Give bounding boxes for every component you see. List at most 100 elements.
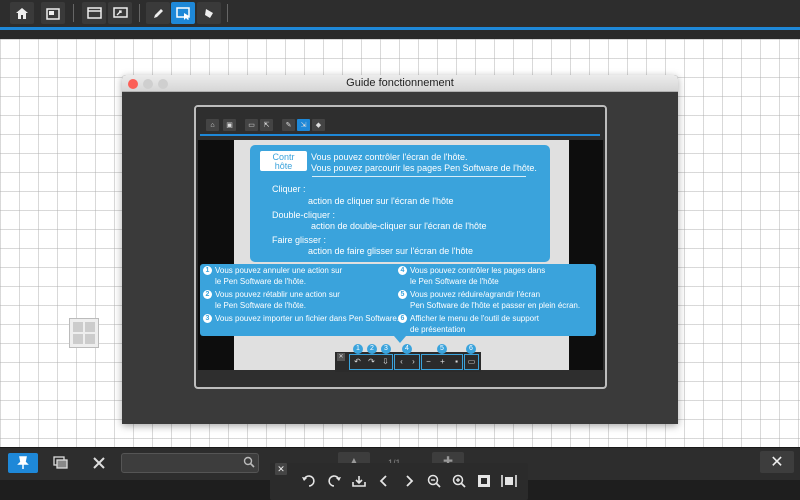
remote-control-button[interactable]: [171, 2, 195, 24]
home-icon: [16, 7, 28, 19]
pages-button[interactable]: [46, 453, 76, 473]
item-text: Vous pouvez annuler une action sur: [215, 266, 343, 275]
mini-prev-icon: ‹: [400, 357, 403, 366]
pin-button[interactable]: [8, 453, 38, 473]
guide-item-6-cont: de présentation: [410, 325, 466, 334]
zoom-in-icon: [452, 474, 466, 488]
dblclick-desc: action de double-cliquer sur l'écran de …: [311, 221, 487, 231]
slides-button[interactable]: [41, 2, 65, 24]
mini-toolbar: ⌂ ▣ ▭ ⇱ ✎ ⇲ ◆: [196, 107, 605, 135]
prev-button[interactable]: [374, 471, 394, 491]
callout-pointer: [394, 336, 406, 343]
eraser-icon: [204, 8, 213, 18]
mini-number-5: 5: [437, 344, 447, 354]
thumbnail-icon[interactable]: [69, 318, 99, 348]
window-titlebar: Guide fonctionnement: [122, 75, 678, 92]
item-number: 1: [203, 266, 212, 276]
guide-item-1: 1 Vous pouvez annuler une action sur: [203, 265, 342, 276]
item-text: Vous pouvez réduire/agrandir l'écran: [410, 290, 541, 299]
item-number: 3: [203, 314, 212, 324]
mini-number-6: 6: [466, 344, 476, 354]
mini-import-icon: ⇩: [382, 357, 389, 366]
pen-icon: ✎: [282, 119, 295, 131]
eraser-button[interactable]: [197, 2, 221, 24]
intro-line-1: Vous pouvez contrôler l'écran de l'hôte.: [311, 152, 468, 162]
remote-control-icon: ⇲: [297, 119, 310, 131]
toolbar-separator: [227, 4, 228, 22]
guide-item-5-cont: Pen Software de l'hôte et passer en plei…: [410, 301, 581, 310]
pen-button[interactable]: [146, 2, 170, 24]
redo-icon: [328, 475, 341, 487]
close-icon: ✕: [770, 454, 784, 471]
chip-line-2: hôte: [274, 161, 293, 171]
item-text: Vous pouvez contrôler les pages dans: [410, 266, 546, 275]
close-button[interactable]: ✕: [760, 451, 794, 473]
fullscreen-button[interactable]: [499, 471, 519, 491]
chevron-left-icon: [379, 475, 387, 487]
drag-desc: action de faire glisser sur l'écran de l…: [308, 246, 474, 256]
eraser-icon: ◆: [312, 119, 325, 131]
slides-icon: [45, 7, 60, 20]
host-control-chip: Contr hôte: [260, 151, 307, 171]
screen-share-icon: ⇱: [260, 119, 273, 131]
search-input[interactable]: [121, 453, 259, 473]
fit-icon: [478, 475, 490, 487]
guide-item-2: 2 Vous pouvez rétablir une action sur: [203, 289, 340, 300]
fullscreen-icon: [501, 475, 517, 487]
mini-fit-icon: ▪: [455, 357, 458, 366]
item-text: Vous pouvez importer un fichier dans Pen…: [215, 314, 400, 323]
window-icon: ▭: [245, 119, 258, 131]
item-number: 5: [398, 290, 407, 300]
toolbar-separator: [73, 4, 74, 22]
home-button[interactable]: [10, 2, 34, 24]
tools-button[interactable]: [84, 453, 114, 473]
screen-share-icon: [112, 7, 128, 18]
dblclick-title: Double-cliquer :: [272, 210, 336, 220]
remote-control-icon: [175, 6, 190, 20]
window-icon: [86, 7, 102, 19]
item-text: Vous pouvez rétablir une action sur: [215, 290, 340, 299]
redo-button[interactable]: [324, 471, 344, 491]
search-icon[interactable]: [243, 456, 255, 468]
window-title: Guide fonctionnement: [346, 77, 454, 89]
item-number: 2: [203, 290, 212, 300]
guide-item-3: 3 Vous pouvez importer un fichier dans Pe…: [203, 313, 399, 324]
guide-item-4: 4 Vous pouvez contrôler les pages dans: [398, 265, 545, 276]
mini-number-4: 4: [402, 344, 412, 354]
mini-next-icon: ›: [412, 357, 415, 366]
zoom-out-button[interactable]: [424, 471, 444, 491]
screen-share-button[interactable]: [108, 2, 132, 24]
import-icon: [352, 476, 366, 487]
intro-line-2: Vous pouvez parcourir les pages Pen Soft…: [311, 163, 537, 173]
pages-icon: [53, 456, 68, 469]
window-button[interactable]: [82, 2, 106, 24]
callout-divider: [312, 176, 526, 177]
fit-button[interactable]: [474, 471, 494, 491]
mini-zoom-out-icon: −: [426, 357, 431, 366]
zoom-in-button[interactable]: [449, 471, 469, 491]
click-title: Cliquer :: [272, 184, 306, 194]
mini-fullscreen-icon: ▭: [467, 357, 476, 366]
import-button[interactable]: [349, 471, 369, 491]
mini-number-1: 1: [353, 344, 363, 354]
panel-close-icon[interactable]: ✕: [275, 463, 287, 475]
item-number: 4: [398, 266, 407, 276]
item-text: Afficher le menu de l'outil de support: [410, 314, 540, 323]
next-button[interactable]: [399, 471, 419, 491]
drag-title: Faire glisser :: [272, 235, 327, 245]
guide-item-1-cont: le Pen Software de l'hôte.: [215, 277, 306, 286]
mini-number-2: 2: [367, 344, 377, 354]
pen-icon: [153, 8, 163, 18]
toolbar-separator: [139, 4, 140, 22]
toolbar-shadow: [0, 30, 800, 39]
undo-button[interactable]: [299, 471, 319, 491]
top-toolbar: [0, 0, 800, 27]
click-desc: action de cliquer sur l'écran de l'hôte: [308, 196, 454, 206]
home-icon: ⌂: [206, 119, 219, 131]
guide-item-5: 5 Vous pouvez réduire/agrandir l'écran: [398, 289, 540, 300]
guide-item-6: 6 Afficher le menu de l'outil de support: [398, 313, 539, 324]
mini-undo-icon: ↶: [354, 357, 361, 366]
mini-zoom-in-icon: +: [440, 357, 445, 366]
guide-item-2-cont: le Pen Software de l'hôte.: [215, 301, 306, 310]
undo-icon: [302, 475, 315, 487]
